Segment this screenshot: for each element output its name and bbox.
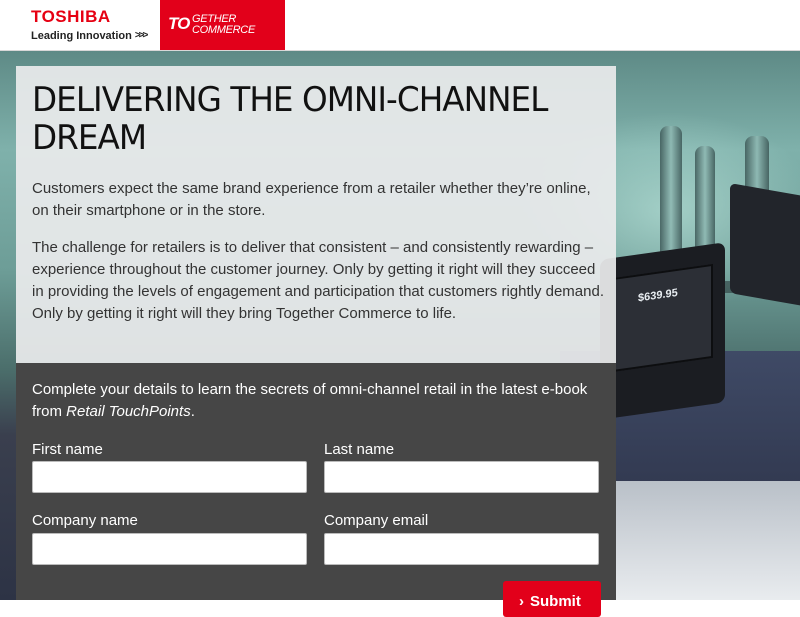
signup-form-panel: Complete your details to learn the secre…	[16, 363, 616, 617]
toshiba-logo[interactable]: TOSHIBA Leading Innovation >>>	[31, 7, 148, 43]
headline-line-2: DREAM	[32, 118, 147, 158]
intro-paragraph-2: The challenge for retailers is to delive…	[32, 239, 604, 322]
intro-paragraph-1: Customers expect the same brand experien…	[32, 180, 591, 219]
form-intro: Complete your details to learn the secre…	[32, 379, 592, 423]
pos-terminal-secondary	[730, 183, 800, 309]
form-intro-source: Retail TouchPoints	[66, 403, 191, 420]
tagline-arrows-icon: >>>	[134, 30, 148, 41]
company-name-field[interactable]	[32, 533, 307, 565]
submit-button[interactable]: › Submit	[503, 581, 601, 617]
tagline: Leading Innovation >>>	[31, 29, 148, 43]
page-title: DELIVERING THE OMNI-CHANNEL DREAM	[32, 81, 584, 157]
toshiba-wordmark: TOSHIBA	[31, 7, 111, 26]
pos-terminal: $639.95	[600, 242, 725, 420]
last-name-label: Last name	[324, 441, 395, 458]
chevron-right-icon: ›	[519, 593, 524, 610]
together-commerce-logo[interactable]: TO GETHER COMMERCE	[160, 0, 285, 50]
company-name-label: Company name	[32, 512, 138, 529]
headline-line-1: DELIVERING THE OMNI-CHANNEL	[32, 80, 548, 120]
pos-screen: $639.95	[614, 263, 713, 372]
last-name-field[interactable]	[324, 461, 599, 493]
badge-line-2: COMMERCE	[192, 24, 255, 36]
together-commerce-mark: TO	[168, 14, 190, 33]
intro-panel: DELIVERING THE OMNI-CHANNEL DREAM Custom…	[16, 66, 616, 363]
company-email-field[interactable]	[324, 533, 599, 565]
site-header: TOSHIBA Leading Innovation >>> TO GETHER…	[0, 0, 800, 51]
form-intro-end: .	[190, 403, 195, 420]
first-name-field[interactable]	[32, 461, 307, 493]
company-email-label: Company email	[324, 512, 429, 529]
submit-label: Submit	[530, 593, 581, 610]
first-name-label: First name	[32, 441, 103, 458]
pos-price: $639.95	[638, 286, 678, 305]
tagline-text: Leading Innovation	[31, 30, 132, 42]
together-commerce-wordmark: GETHER COMMERCE	[192, 14, 255, 36]
